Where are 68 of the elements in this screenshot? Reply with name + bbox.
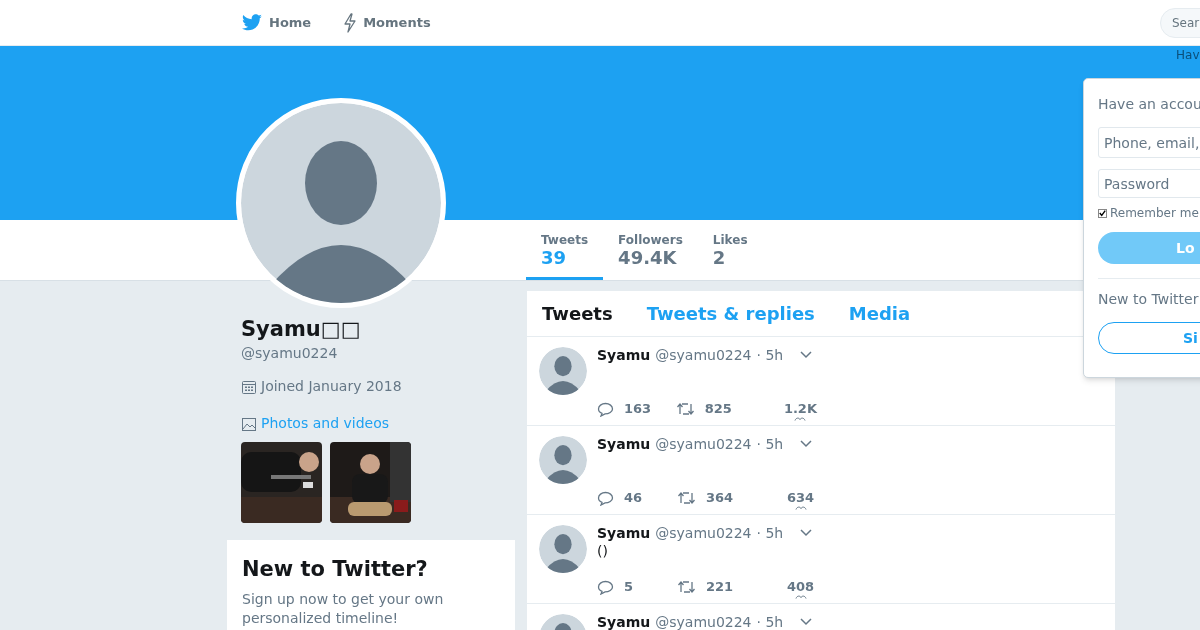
reply-count: 163 <box>624 401 652 417</box>
lightning-bolt-icon <box>343 12 358 33</box>
image-icon <box>241 415 257 432</box>
like-count: 634 <box>787 490 815 506</box>
retweet-count: 364 <box>706 490 734 506</box>
calendar-icon <box>241 378 257 395</box>
tweet-author: Syamu <box>597 347 651 363</box>
checkmark-icon <box>1099 209 1106 217</box>
hint-text: Hav <box>1176 47 1200 64</box>
profile-handle: @syamu0224 <box>241 344 339 363</box>
username-field[interactable]: Phone, email, <box>1098 127 1200 158</box>
timeline-tab[interactable]: Media <box>848 300 911 327</box>
card-title: New to Twitter? <box>242 556 429 583</box>
avatar <box>539 525 587 573</box>
retweet-icon[interactable] <box>675 402 695 416</box>
tweet-time: · 5h <box>756 347 784 363</box>
stat-tab[interactable]: Likes 2 <box>697 220 763 280</box>
stat-value: 2 <box>712 248 727 268</box>
avatar <box>539 347 587 395</box>
like-count: 1.2K <box>783 401 817 417</box>
retweet-icon[interactable] <box>677 580 696 594</box>
checkbox[interactable] <box>1098 208 1107 218</box>
tweet-handle: @syamu0224 <box>655 614 752 630</box>
reply-count: 5 <box>624 579 634 595</box>
login-title: Have an accou <box>1098 95 1200 114</box>
joined-date: Joined January 2018 <box>261 377 402 396</box>
tweet-time: · 5h <box>756 525 784 541</box>
stat-value: 49.4K <box>618 248 678 268</box>
retweet-count: 825 <box>704 401 732 417</box>
tweet-text: () <box>597 543 608 559</box>
bird-icon <box>241 13 263 32</box>
reply-icon[interactable] <box>597 490 614 506</box>
avatar <box>539 436 587 484</box>
stat-value: 39 <box>541 248 568 268</box>
tweet-handle: @syamu0224 <box>655 436 752 452</box>
stat-label: Followers <box>618 232 683 248</box>
caret-icon[interactable] <box>800 440 813 448</box>
stat-tab[interactable]: Tweets 39 <box>526 220 604 280</box>
stat-tab[interactable]: Followers 49.4K <box>603 220 698 280</box>
tweet-time: · 5h <box>756 614 784 630</box>
profile-name: Syamu□□ <box>241 316 362 343</box>
search-field[interactable]: Sear <box>1160 8 1200 38</box>
timeline-tab[interactable]: Tweets <box>542 300 613 327</box>
caret-icon[interactable] <box>800 529 813 537</box>
remember-label: Remember me <box>1110 205 1199 222</box>
tweet-handle: @syamu0224 <box>655 347 752 363</box>
tweet-handle: @syamu0224 <box>655 525 752 541</box>
nav-link[interactable]: Home <box>241 12 312 33</box>
tweet-time: · 5h <box>756 436 784 452</box>
caret-icon[interactable] <box>800 351 813 359</box>
photos-link[interactable]: Photos and videos <box>261 413 389 434</box>
timeline-tab[interactable]: Tweets & replies <box>646 300 815 327</box>
tweet-author: Syamu <box>597 614 651 630</box>
stat-label: Likes <box>712 232 748 248</box>
reply-count: 46 <box>624 490 643 506</box>
like-count: 408 <box>787 579 815 595</box>
reply-icon[interactable] <box>597 401 614 417</box>
new-text: New to Twitter <box>1098 290 1200 309</box>
retweet-count: 221 <box>706 579 734 595</box>
reply-icon[interactable] <box>597 579 614 595</box>
stat-label: Tweets <box>541 232 589 248</box>
password-field[interactable]: Password <box>1098 169 1200 198</box>
retweet-icon[interactable] <box>677 491 696 505</box>
caret-icon[interactable] <box>800 618 813 626</box>
tweet-author: Syamu <box>597 525 651 541</box>
nav-link[interactable]: Moments <box>343 12 431 33</box>
tweet-author: Syamu <box>597 436 651 452</box>
card-text: Sign up now to get your own personalized timeline! <box>242 589 445 628</box>
